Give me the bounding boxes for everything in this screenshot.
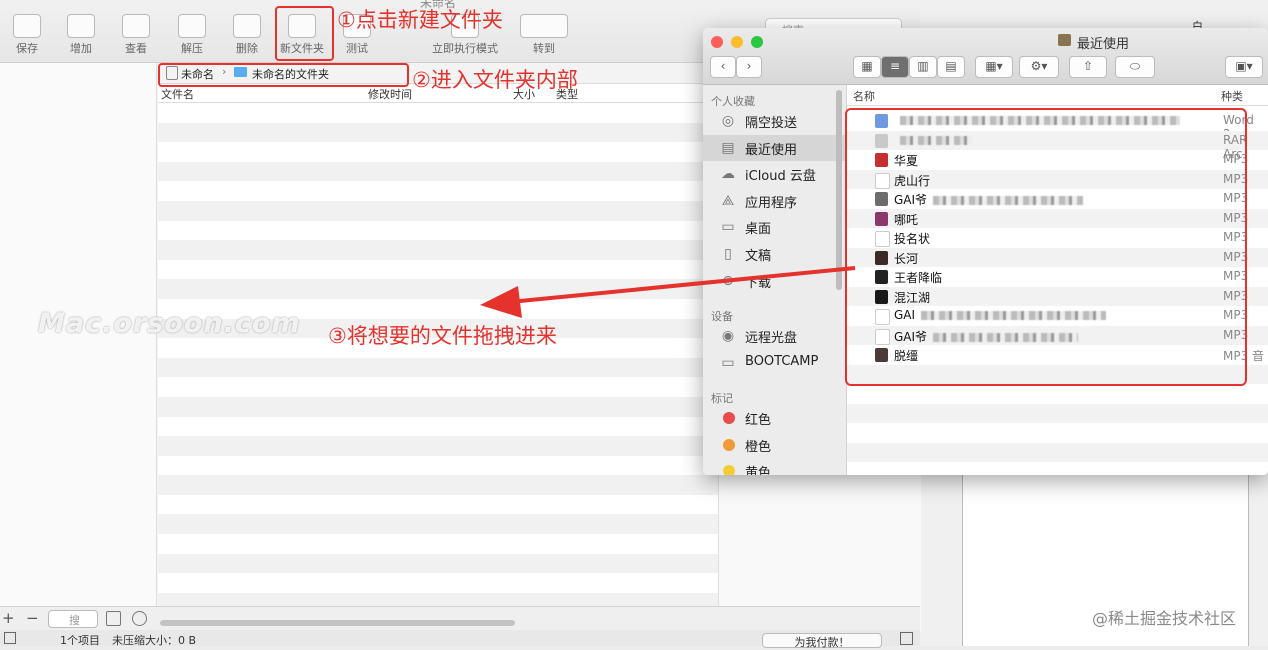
archive-app-icon[interactable]: ▣▾ bbox=[1225, 56, 1263, 78]
drive-icon: ▭ bbox=[721, 355, 735, 371]
red-tag-icon bbox=[723, 412, 735, 424]
view-icon bbox=[122, 14, 150, 38]
sidebar-item-desktop[interactable]: ▭ 桌面 bbox=[703, 214, 846, 240]
nav-arrows-icon bbox=[520, 14, 568, 38]
remove-icon-button[interactable]: − bbox=[26, 609, 39, 627]
bottom-toolbar: + − 搜 bbox=[0, 606, 920, 631]
view-button[interactable]: 查看 bbox=[111, 14, 161, 56]
yellow-tag-icon bbox=[723, 465, 735, 475]
file-row-empty bbox=[847, 384, 1268, 404]
finder-column-header: 名称 种类 bbox=[847, 85, 1268, 106]
finder-toolbar: 最近使用 ‹ › ▦ ≡ ▥ ▤ ▦▾ ⚙▾ ⇧ ⬭ ▣▾ bbox=[703, 28, 1268, 85]
extract-icon bbox=[178, 14, 206, 38]
applications-icon: ⟁ bbox=[721, 193, 735, 209]
add-icon bbox=[67, 14, 95, 38]
extract-button[interactable]: 解压 bbox=[167, 14, 217, 56]
sidebar-item-bootcamp[interactable]: ▭ BOOTCAMP bbox=[703, 350, 846, 376]
sidebar-tag-yellow[interactable]: 黄色 bbox=[703, 458, 846, 475]
group-button[interactable]: ▦▾ bbox=[975, 56, 1013, 78]
orange-tag-icon bbox=[723, 439, 735, 451]
filter-input[interactable]: 搜 bbox=[48, 610, 98, 628]
zoom-button[interactable] bbox=[751, 36, 763, 48]
sidebar-tag-orange[interactable]: 橙色 bbox=[703, 432, 846, 458]
columns-icon[interactable] bbox=[106, 611, 121, 626]
minimize-button[interactable] bbox=[731, 36, 743, 48]
save-button[interactable]: 保存 bbox=[2, 14, 52, 56]
cloud-icon: ☁ bbox=[721, 166, 735, 182]
annotation-step2: ②进入文件夹内部 bbox=[412, 68, 578, 92]
file-row-empty bbox=[847, 442, 1268, 462]
sidebar-item-recents[interactable]: ▤ 最近使用 bbox=[703, 135, 846, 161]
goto-button[interactable]: 转到 bbox=[516, 14, 572, 56]
preview-icon[interactable] bbox=[132, 611, 147, 626]
file-list[interactable] bbox=[158, 103, 718, 620]
sidebar-item-applications[interactable]: ⟁ 应用程序 bbox=[703, 188, 846, 214]
annotation-step3: ③将想要的文件拖拽进来 bbox=[328, 324, 557, 348]
sidebar-tag-red[interactable]: 红色 bbox=[703, 405, 846, 431]
tags-header: 标记 bbox=[711, 392, 733, 405]
file-row-empty bbox=[847, 423, 1268, 443]
delete-button[interactable]: 删除 bbox=[222, 14, 272, 56]
favorites-header: 个人收藏 bbox=[711, 95, 755, 108]
sidebar-toggle-icon[interactable] bbox=[4, 632, 16, 644]
list-view-button[interactable]: ≡ bbox=[881, 56, 909, 78]
annotation-box-files bbox=[845, 108, 1247, 386]
col-name[interactable]: 名称 bbox=[853, 88, 875, 104]
recents-icon: ▤ bbox=[721, 140, 735, 156]
icon-view-button[interactable]: ▦ bbox=[853, 56, 881, 78]
tag-icon[interactable]: ⬭ bbox=[1115, 56, 1155, 78]
drag-arrow bbox=[480, 266, 856, 318]
col-filename[interactable]: 文件名 bbox=[161, 86, 194, 102]
back-button[interactable]: ‹ bbox=[710, 56, 736, 78]
share-icon[interactable]: ⇧ bbox=[1069, 56, 1107, 78]
horizontal-scrollbar[interactable] bbox=[160, 620, 515, 626]
desktop-icon: ▭ bbox=[721, 219, 735, 235]
add-button[interactable]: 增加 bbox=[56, 14, 106, 56]
save-icon bbox=[13, 14, 41, 38]
gear-icon[interactable]: ⚙▾ bbox=[1019, 56, 1059, 78]
play-icon[interactable] bbox=[900, 632, 913, 645]
sidebar-item-icloud[interactable]: ☁ iCloud 云盘 bbox=[703, 161, 846, 187]
annotation-step1: ①点击新建文件夹 bbox=[337, 8, 503, 32]
column-view-button[interactable]: ▥ bbox=[909, 56, 937, 78]
recents-title-icon bbox=[1058, 34, 1071, 46]
col-kind[interactable]: 种类 bbox=[1221, 88, 1243, 104]
gallery-view-button[interactable]: ▤ bbox=[937, 56, 965, 78]
sidebar-item-airdrop[interactable]: ◎ 隔空投送 bbox=[703, 108, 846, 134]
disc-icon: ◉ bbox=[721, 328, 735, 344]
file-row-empty bbox=[847, 403, 1268, 423]
col-modified[interactable]: 修改时间 bbox=[368, 86, 412, 102]
add-icon-button[interactable]: + bbox=[2, 609, 15, 627]
forward-button[interactable]: › bbox=[736, 56, 762, 78]
status-bar: 1个项目 未压缩大小：0 B 为我付款！ bbox=[0, 630, 920, 649]
watermark: Mac.orsoon.com bbox=[38, 308, 301, 339]
trash-icon bbox=[233, 14, 261, 38]
finder-title: 最近使用 bbox=[1077, 37, 1130, 52]
annotation-box-path bbox=[158, 63, 409, 87]
close-button[interactable] bbox=[711, 36, 723, 48]
airdrop-icon: ◎ bbox=[721, 113, 735, 129]
source-watermark: @稀土掘金技术社区 bbox=[1092, 609, 1237, 628]
annotation-box-new-folder bbox=[275, 6, 334, 61]
sidebar-item-remote-disc[interactable]: ◉ 远程光盘 bbox=[703, 323, 846, 349]
